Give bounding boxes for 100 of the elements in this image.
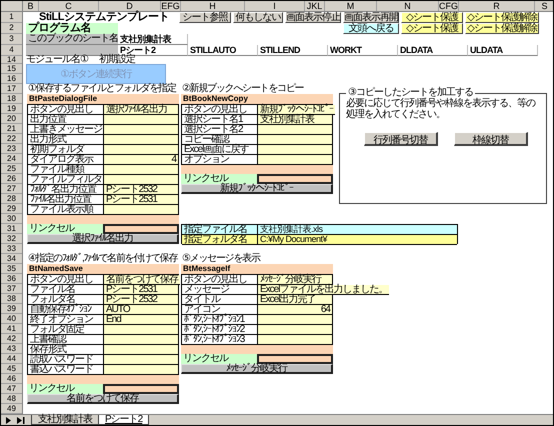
column-header[interactable]: I bbox=[245, 1, 305, 11]
row-header[interactable]: 27 bbox=[1, 184, 22, 194]
column-header[interactable]: H bbox=[181, 1, 245, 11]
instruction-text: 必要に応じて行列番号や枠線を表示する、等の処理を入れてください。 bbox=[346, 98, 536, 120]
row-header[interactable]: 18 bbox=[1, 94, 22, 104]
sheet-title: StiLLシステムテンプレート bbox=[39, 12, 170, 23]
macro-button[interactable]: 枠線切替 bbox=[454, 132, 528, 146]
control-name: BtBookNewCopy bbox=[181, 94, 333, 104]
row-header[interactable]: 40 bbox=[1, 314, 22, 324]
field-value: Pシート2532 bbox=[104, 185, 178, 195]
row-header[interactable]: 31 bbox=[1, 224, 22, 234]
macro-button[interactable]: 名前をつけて保存 bbox=[27, 394, 179, 404]
row-header[interactable]: 22 bbox=[1, 134, 22, 144]
row-header[interactable]: 30 bbox=[1, 214, 22, 224]
column-header[interactable]: D bbox=[99, 1, 161, 11]
control-name: BtPasteDialogFile bbox=[27, 94, 179, 104]
module-label: モジュール名① bbox=[26, 56, 90, 64]
row-header[interactable]: 3 bbox=[1, 34, 22, 45]
row-header[interactable]: 42 bbox=[1, 334, 22, 344]
field-label: メッセージ bbox=[182, 285, 258, 295]
link-cell-label: リンクセル bbox=[27, 384, 103, 394]
field-value: Pシート2531 bbox=[104, 285, 178, 295]
row-header[interactable]: 47 bbox=[1, 384, 22, 394]
column-header[interactable]: S bbox=[535, 1, 553, 11]
field-label: オプション bbox=[182, 155, 258, 165]
row-header[interactable]: 25 bbox=[1, 164, 22, 174]
row-header[interactable]: 4 bbox=[1, 45, 22, 56]
row-header[interactable]: 29 bbox=[1, 204, 22, 214]
field-label: フォルダ名 bbox=[28, 295, 104, 305]
column-header[interactable]: JKL bbox=[305, 1, 325, 11]
macro-button[interactable]: 画面表示停止 bbox=[285, 12, 341, 23]
row-header[interactable]: 43 bbox=[1, 344, 22, 354]
macro-button[interactable]: 行列番号切替 bbox=[364, 132, 438, 146]
macro-button[interactable]: 画面表示再開 bbox=[343, 12, 399, 23]
field-label: 終了オプション bbox=[28, 315, 104, 325]
row-header[interactable]: 23 bbox=[1, 144, 22, 154]
column-header[interactable]: C bbox=[39, 1, 99, 11]
field-value: AUTO bbox=[104, 305, 178, 315]
field-label: ファイルフィルタ bbox=[28, 175, 104, 185]
block-title: ①保存するファイルとフォルダを指定 bbox=[27, 84, 178, 94]
module-value: 初期設定 bbox=[99, 56, 136, 64]
row-header[interactable]: 17 bbox=[1, 84, 22, 94]
row-header[interactable]: 16 bbox=[1, 74, 22, 84]
row-header[interactable]: 32 bbox=[1, 234, 22, 244]
macro-button[interactable]: 新規ﾌﾞｯｸへｼｰﾄｺﾋﾟｰ bbox=[181, 184, 333, 194]
row-header[interactable]: 35 bbox=[1, 264, 22, 274]
macro-button[interactable]: 何もしない bbox=[233, 12, 283, 23]
macro-button[interactable]: ◇シート保護解除 bbox=[465, 12, 539, 23]
macro-button[interactable]: ◇シート保護 bbox=[401, 23, 463, 34]
row-header[interactable]: 14 bbox=[1, 56, 22, 64]
row-header[interactable]: 37 bbox=[1, 284, 22, 294]
field-label: タイトル bbox=[182, 295, 258, 305]
column-header[interactable]: M bbox=[325, 1, 377, 11]
row-header[interactable]: 46 bbox=[1, 374, 22, 384]
macro-button[interactable]: ◇シート保護 bbox=[401, 12, 463, 23]
sheet-name-cell: 支社別集計表 bbox=[118, 34, 188, 45]
sheet-list-cell: STILLEND bbox=[258, 45, 328, 56]
field-value: End bbox=[104, 315, 178, 325]
row-header[interactable]: 21 bbox=[1, 124, 22, 134]
sheet-name-label: このブックのシート名 bbox=[26, 34, 118, 45]
macro-button[interactable]: ﾒｯｾｰｼﾞ分岐実行 bbox=[181, 364, 333, 374]
field-value: Excelファイルを出力しました。 bbox=[258, 285, 390, 295]
block-title: ②新規ブックへシートをコピー bbox=[181, 84, 305, 94]
macro-button[interactable]: シート参照 bbox=[179, 12, 231, 23]
row-header[interactable]: 20 bbox=[1, 114, 22, 124]
row-header[interactable]: 34 bbox=[1, 254, 22, 264]
row-header[interactable]: 36 bbox=[1, 274, 22, 284]
macro-button[interactable]: 文頭へ戻る bbox=[343, 23, 399, 34]
row-header[interactable]: 24 bbox=[1, 154, 22, 164]
last-sheet-icon[interactable] bbox=[16, 416, 25, 424]
control-name: BtNamedSave bbox=[27, 264, 179, 274]
column-header[interactable]: CFG bbox=[439, 1, 459, 11]
macro-button[interactable]: ◇シート保護解除 bbox=[465, 23, 539, 34]
macro-button[interactable]: 選択ﾌｧｲﾙ名出力 bbox=[27, 234, 179, 244]
row-header[interactable]: 33 bbox=[1, 244, 22, 254]
column-header[interactable]: N bbox=[377, 1, 439, 11]
field-value: Pシート2531 bbox=[104, 195, 178, 205]
link-cell-label: リンクセル bbox=[181, 174, 257, 184]
row-header[interactable]: 15 bbox=[1, 64, 22, 74]
column-header[interactable]: B bbox=[23, 1, 39, 11]
row-header[interactable]: 38 bbox=[1, 294, 22, 304]
field-value: 64 bbox=[258, 305, 332, 315]
row-header[interactable]: 41 bbox=[1, 324, 22, 334]
block-title: ⑤メッセージを表示 bbox=[181, 254, 262, 264]
row-header[interactable]: 48 bbox=[1, 394, 22, 404]
link-cell-label: リンクセル bbox=[27, 224, 103, 234]
column-header[interactable]: EFG bbox=[161, 1, 181, 11]
row-header[interactable]: 45 bbox=[1, 364, 22, 374]
row-header[interactable]: 44 bbox=[1, 354, 22, 364]
row-header[interactable]: 2 bbox=[1, 23, 22, 34]
sheet-tab[interactable]: Pシート2 bbox=[98, 415, 150, 425]
link-cell-label: リンクセル bbox=[181, 354, 257, 364]
column-header[interactable]: R bbox=[459, 1, 535, 11]
row-header[interactable]: 1 bbox=[1, 12, 22, 23]
sheet-tab[interactable]: 支社別集計表 bbox=[31, 415, 99, 425]
row-header[interactable]: 39 bbox=[1, 304, 22, 314]
row-header[interactable]: 28 bbox=[1, 194, 22, 204]
row-header[interactable]: 26 bbox=[1, 174, 22, 184]
row-header[interactable]: 19 bbox=[1, 104, 22, 114]
field-label: アイコン bbox=[182, 305, 258, 315]
